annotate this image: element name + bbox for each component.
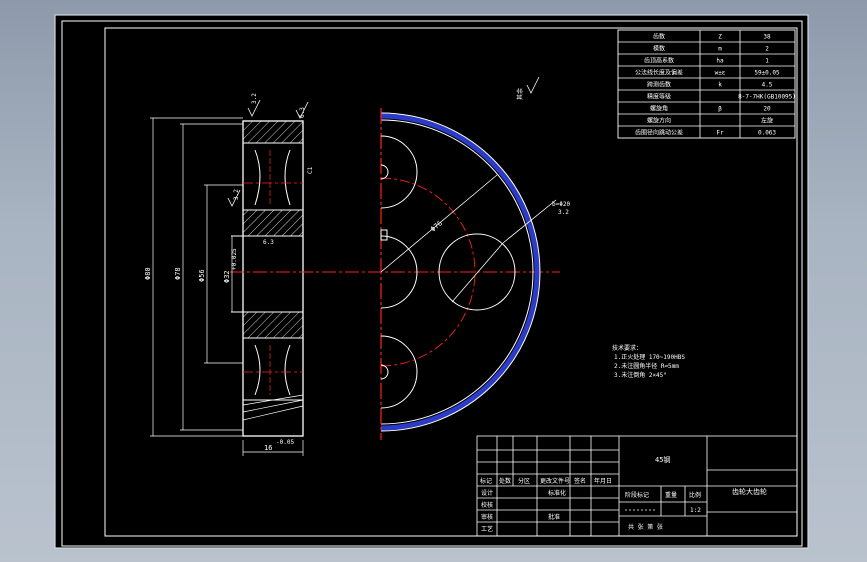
dim-od-text: Φ80 — [144, 267, 152, 280]
tb-review-label: 审核 — [481, 513, 493, 521]
tb-row-label-2: 处数 — [499, 477, 511, 485]
dim-tip-text: Φ78 — [174, 267, 182, 280]
tb-row-label-1: 标记 — [480, 477, 492, 485]
tb-design-label: 设计 — [481, 489, 493, 497]
param-value: 4.5 — [762, 82, 773, 89]
other-surfaces-label: 其余 — [516, 88, 524, 100]
cad-drawing-canvas[interactable]: Φ80 Φ78 Φ56 Φ32 +0.025 16 -0.05 3.2 6.3 … — [0, 0, 867, 562]
param-name: 螺旋方向 — [647, 117, 671, 125]
tech-req-item-3: 3.未注倒角 2×45° — [614, 371, 667, 379]
param-name: 齿顶高系数 — [644, 57, 674, 65]
bore-surface-label: 6.3 — [263, 239, 274, 246]
param-symbol: ha — [716, 58, 724, 65]
tb-row-label-6: 年月日 — [594, 477, 612, 485]
param-name: 齿圈径向跳动公差 — [635, 129, 683, 137]
part-name-text: 齿轮大齿轮 — [732, 487, 767, 496]
tb-approve-label: 批准 — [548, 513, 560, 521]
roughness-value-3: 3.2 — [233, 189, 240, 200]
param-name: 跨测齿数 — [647, 81, 671, 89]
tech-req-item-1: 1.正火处理 170~190HBS — [614, 353, 685, 361]
param-value: 1 — [765, 58, 769, 65]
tb-std-label: 标准化 — [548, 489, 566, 497]
scale-text: 1:2 — [690, 507, 701, 514]
param-name: 模数 — [653, 45, 665, 53]
tb-weight-label: 重量 — [665, 491, 677, 499]
param-value: 2 — [765, 46, 769, 53]
param-name: 公法线长度及偏差 — [635, 69, 683, 77]
tech-req-item-2: 2.未注圆角半径 R=5mm — [614, 362, 679, 370]
param-value: 8-7-7HK(GB10095) — [738, 94, 796, 101]
param-symbol: w±ε — [715, 70, 726, 77]
param-symbol: m — [718, 46, 722, 53]
tech-req-title: 技术要求： — [612, 344, 642, 352]
param-name: 精度等级 — [647, 93, 671, 101]
viewport-frame — [54, 14, 809, 549]
sheet-info-text: 共 张 第 张 — [628, 523, 663, 531]
tb-stage-label: 阶段标记 — [625, 491, 649, 499]
param-symbol: Fr — [716, 130, 724, 137]
tb-row-label-4: 更改文件号 — [540, 477, 570, 485]
material-text: 45钢 — [655, 455, 670, 464]
tb-row-label-3: 分区 — [518, 477, 530, 485]
param-value: 59±0.05 — [754, 70, 780, 77]
dim-bore-tol-text: +0.025 — [231, 248, 238, 270]
dim-bore-text: Φ32 — [223, 270, 231, 283]
param-symbol: k — [718, 82, 722, 89]
hatch-upper-hub — [242, 209, 304, 237]
roughness-value-1: 3.2 — [251, 93, 258, 104]
param-value: 20 — [763, 106, 771, 113]
tb-row-label-5: 签名 — [574, 477, 586, 485]
param-value: 38 — [763, 34, 771, 41]
dim-width-tol-text: -0.05 — [276, 439, 294, 446]
tb-scale-label: 比例 — [689, 491, 701, 499]
chamfer-label: C1 — [307, 166, 314, 174]
roughness-value-2: 6.3 — [299, 107, 306, 118]
hatch-upper-rim — [242, 120, 304, 144]
tb-process-label: 工艺 — [481, 525, 493, 533]
param-value: 左旋 — [761, 117, 773, 125]
param-symbol: Z — [718, 34, 722, 41]
param-name: 螺旋角 — [650, 105, 668, 113]
keyway-text-2: 3.2 — [558, 209, 569, 216]
param-symbol: β — [718, 106, 722, 113]
hatch-lower-hub — [242, 311, 304, 339]
dim-web-text: Φ56 — [198, 269, 206, 282]
tb-check-label: 校核 — [481, 501, 493, 509]
param-name: 齿数 — [653, 33, 665, 41]
keyway-text: b=Φ20 — [552, 201, 570, 208]
dim-width-text: 16 — [264, 444, 272, 452]
param-value: 0.063 — [758, 130, 776, 137]
